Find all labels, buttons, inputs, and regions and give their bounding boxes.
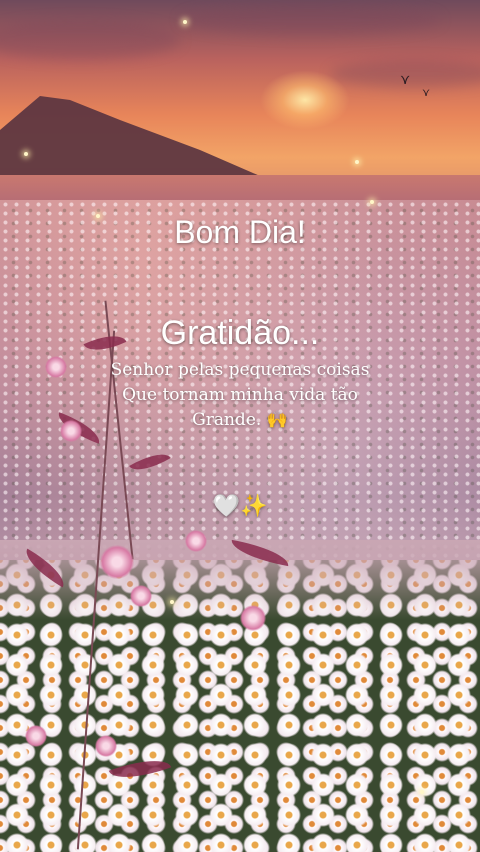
pink-flower bbox=[130, 585, 152, 607]
sparkle bbox=[420, 790, 424, 794]
bird-icon: ⋎ bbox=[422, 86, 431, 99]
message-line-2: Que tornam minha vida tão bbox=[122, 385, 358, 405]
message-line-3: Grande. 🙌 bbox=[192, 410, 288, 430]
pink-flower bbox=[185, 530, 207, 552]
message-line-1: Senhor pelas pequenas coisas bbox=[110, 360, 370, 380]
greeting-text: Bom Dia! bbox=[174, 214, 306, 250]
pink-flower bbox=[100, 545, 134, 579]
pink-flower bbox=[95, 735, 117, 757]
sparkle bbox=[170, 600, 174, 604]
sparkle bbox=[24, 152, 28, 156]
heart-sparkles-icon: 🤍✨ bbox=[212, 494, 268, 519]
sparkle bbox=[355, 160, 359, 164]
heading-text: Gratidão... bbox=[160, 314, 320, 352]
sparkle bbox=[370, 200, 374, 204]
bird-icon: ⋎ bbox=[400, 72, 411, 88]
pink-flower bbox=[240, 605, 266, 631]
sparkle bbox=[183, 20, 187, 24]
pink-flower bbox=[25, 725, 47, 747]
field-blend bbox=[0, 540, 480, 620]
